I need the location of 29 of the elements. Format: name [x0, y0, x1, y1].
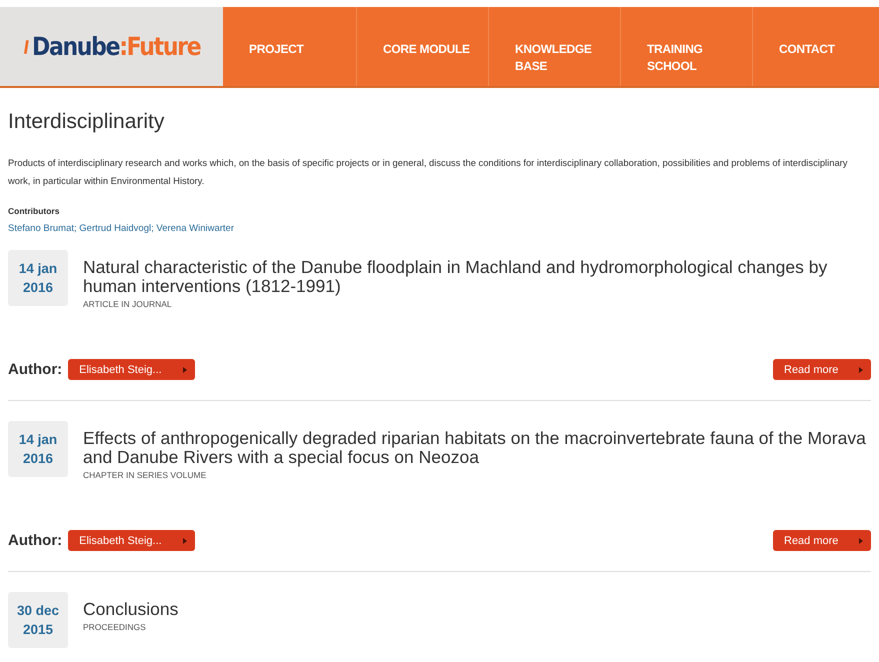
- logo[interactable]: Danube:Future: [32, 32, 200, 61]
- contributor-links[interactable]: Stefano Brumat; Gertrud Haidvogl; Verena Winiwarter: [8, 223, 234, 234]
- author-button[interactable]: Elisabeth Steig...: [68, 359, 196, 380]
- entry-type: ARTICLE IN JOURNAL: [83, 299, 173, 309]
- nav-item[interactable]: KNOWLEDGE BASE: [489, 7, 621, 86]
- caret-icon: [859, 538, 863, 544]
- author-label: Author:: [8, 361, 62, 378]
- author-label: Author:: [8, 532, 62, 549]
- description: Products of interdisciplinary research and works which, on the basis of specific projects or in general, discuss the conditions for interdisciplinary collaboration, possibilities and problems of interdisciplinary work, in particular within Environmental History.: [8, 156, 848, 188]
- nav-item[interactable]: CORE MODULE: [357, 7, 489, 86]
- nav-item[interactable]: CONTACT: [753, 7, 871, 86]
- entry-type: CHAPTER IN SERIES VOLUME: [83, 470, 208, 480]
- page-title: Interdisciplinarity: [8, 110, 166, 134]
- read-more-button[interactable]: Read more: [773, 359, 871, 380]
- nav-item[interactable]: PROJECT: [223, 7, 357, 86]
- entry-type: PROCEEDINGS: [83, 622, 147, 632]
- read-more-button[interactable]: Read more: [773, 530, 871, 551]
- date-badge: 14 jan 2016: [8, 250, 68, 306]
- contributors-label: Contributors: [8, 206, 60, 216]
- entry-title[interactable]: Conclusions: [83, 592, 178, 619]
- caret-icon: [183, 538, 188, 544]
- author-button[interactable]: Elisabeth Steig...: [68, 530, 196, 551]
- caret-icon: [859, 366, 863, 372]
- date-badge: 30 dec 2015: [8, 592, 68, 648]
- caret-icon: [183, 366, 188, 372]
- date-badge: 14 jan 2016: [8, 421, 68, 477]
- entry-title[interactable]: Effects of anthropogenically degraded riparian habitats on the macroinvertebrate fauna of the Morava and Danube Rivers with a special focus on Neozoa: [83, 421, 871, 467]
- nav-item[interactable]: TRAINING SCHOOL: [621, 7, 753, 86]
- entry-title[interactable]: Natural characteristic of the Danube floodplain in Machland and hydromorphological changes by human interventions (1812-1991): [83, 250, 871, 296]
